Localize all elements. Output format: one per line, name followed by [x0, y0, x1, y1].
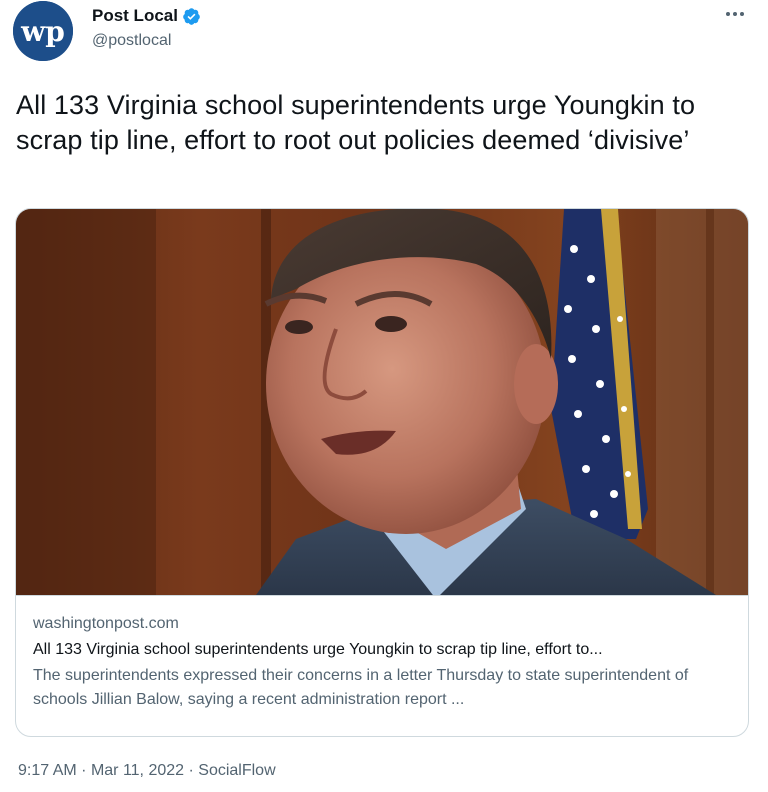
- more-dot: [733, 12, 737, 16]
- article-photo: [16, 209, 748, 595]
- card-image[interactable]: [16, 209, 748, 595]
- tweet-date[interactable]: Mar 11, 2022: [91, 762, 184, 779]
- more-options-icon[interactable]: [720, 4, 750, 24]
- tweet-meta: 9:17 AM · Mar 11, 2022 · SocialFlow: [18, 760, 276, 782]
- author-name[interactable]: Post Local: [92, 6, 178, 26]
- author-block: Post Local @postlocal: [92, 6, 201, 50]
- tweet-text: All 133 Virginia school superintendents …: [16, 90, 696, 155]
- author-handle[interactable]: @postlocal: [92, 32, 201, 50]
- link-preview-card[interactable]: washingtonpost.com All 133 Virginia scho…: [15, 208, 749, 737]
- more-dot: [740, 12, 744, 16]
- author-name-row[interactable]: Post Local: [92, 6, 201, 26]
- tweet: wp Post Local @postlocal All 133 Virgini…: [0, 0, 768, 792]
- card-domain: washingtonpost.com: [33, 615, 179, 632]
- tweet-time[interactable]: 9:17 AM: [18, 762, 77, 779]
- avatar[interactable]: wp: [13, 1, 73, 61]
- svg-text:wp: wp: [20, 15, 65, 48]
- card-divider: [16, 595, 748, 596]
- washington-post-logo-icon: wp: [13, 1, 73, 61]
- meta-separator: ·: [188, 762, 194, 779]
- card-description: The superintendents expressed their conc…: [33, 667, 689, 708]
- card-meta: washingtonpost.com All 133 Virginia scho…: [33, 613, 733, 712]
- tweet-source[interactable]: SocialFlow: [198, 762, 275, 779]
- more-dot: [726, 12, 730, 16]
- verified-badge-icon: [183, 7, 200, 25]
- card-title[interactable]: All 133 Virginia school superintendents …: [33, 639, 733, 661]
- meta-separator: ·: [81, 762, 87, 779]
